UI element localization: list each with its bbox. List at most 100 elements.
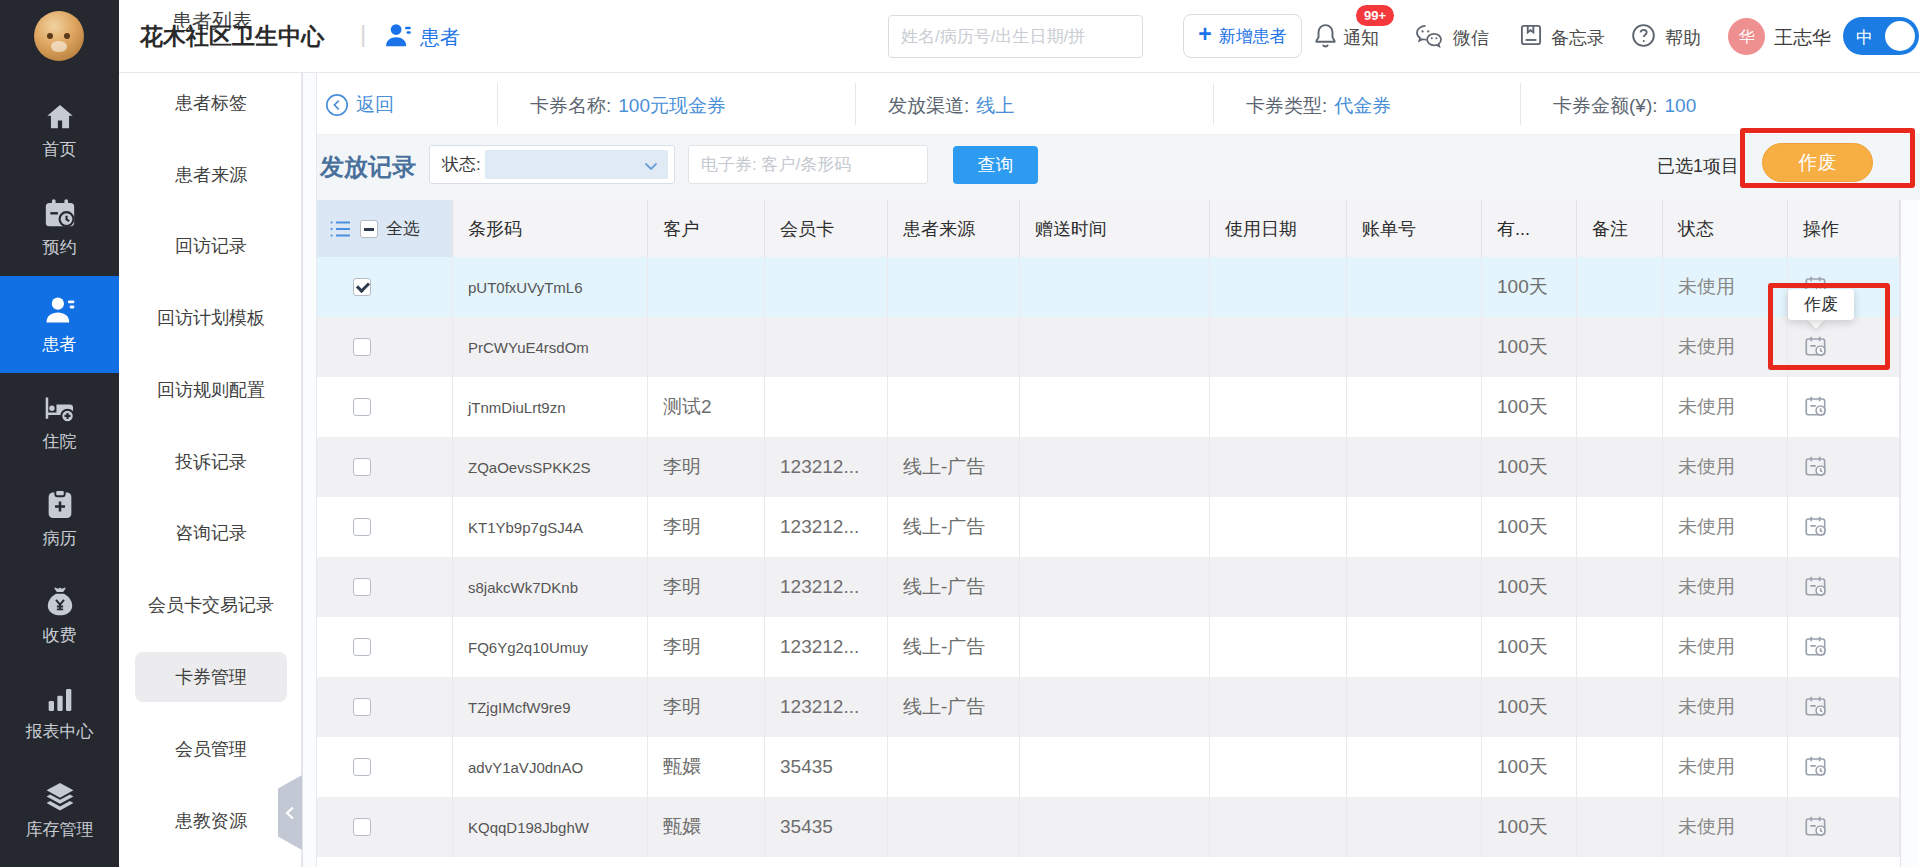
row-checkbox[interactable] [353,338,371,356]
table-row: pUT0fxUVyTmL6100天未使用 [317,257,1900,317]
user-name[interactable]: 王志华 [1774,25,1831,51]
submenu-collapse-gutter [302,73,317,867]
cell-action [1788,677,1900,737]
row-checkbox[interactable] [353,398,371,416]
submenu-item[interactable]: 回访记录 [135,221,287,271]
submenu-item[interactable]: 患者来源 [135,150,287,200]
table-row: s8jakcWk7DKnb李明123212...线上-广告100天未使用 [317,557,1900,617]
list-icon[interactable] [330,220,352,238]
cell-validity: 100天 [1482,317,1577,377]
user-avatar[interactable]: 华 [1728,18,1765,55]
patient-search-input[interactable] [888,15,1143,58]
back-button[interactable]: 返回 [325,92,394,118]
cell-remark [1577,317,1663,377]
submenu-item[interactable]: 会员管理 [135,724,287,774]
cell-barcode: KQqqD198JbghW [453,797,648,857]
sidebar-item-home[interactable]: 首页 [0,82,119,179]
row-checkbox[interactable] [353,698,371,716]
cell-status: 未使用 [1663,497,1788,557]
sidebar-item-billing[interactable]: 收费 [0,567,119,664]
void-action-icon[interactable] [1803,514,1829,540]
query-button[interactable]: 查询 [953,146,1038,184]
void-action-icon[interactable] [1803,574,1829,600]
select-all-checkbox[interactable] [360,220,378,238]
column-header: 使用日期 [1210,200,1347,257]
clinic-avatar[interactable] [34,11,84,61]
row-checkbox[interactable] [353,518,371,536]
money-bag-icon [43,585,77,619]
cell-use-date [1210,797,1347,857]
coupon-field: 发放渠道:线上 [888,93,1014,119]
cell-patient-source: 线上-广告 [888,617,1020,677]
column-header: 状态 [1663,200,1788,257]
select-all-header-cell: 全选 [317,200,453,257]
cell-barcode: jTnmDiuLrt9zn [453,377,648,437]
cell-barcode: pUT0fxUVyTmL6 [453,257,648,317]
void-action-icon[interactable] [1803,454,1829,480]
row-checkbox[interactable] [353,278,371,296]
sidebar-item-reports[interactable]: 报表中心 [0,664,119,761]
column-header: 操作 [1788,200,1900,257]
language-toggle[interactable]: 中 [1843,17,1919,55]
cell-use-date [1210,737,1347,797]
medical-record-icon [43,488,77,522]
void-action-icon[interactable] [1803,694,1829,720]
cell-remark [1577,437,1663,497]
sidebar-item-patient[interactable]: 患者 [0,276,119,373]
submenu-item[interactable]: 回访计划模板 [135,293,287,343]
submenu-item[interactable]: 卡券管理 [135,652,287,702]
row-checkbox[interactable] [353,818,371,836]
void-action-icon[interactable] [1803,394,1829,420]
table-row: ZQaOevsSPKK2S李明123212...线上-广告100天未使用 [317,437,1900,497]
bell-icon[interactable] [1312,22,1339,49]
help-icon[interactable] [1630,22,1657,49]
notification-badge: 99+ [1356,5,1394,26]
submenu-item[interactable]: 会员卡交易记录 [135,580,287,630]
sidebar-item-inpatient[interactable]: 住院 [0,373,119,470]
sidebar-item-appointment[interactable]: 预约 [0,179,119,276]
add-patient-button[interactable]: +新增患者 [1183,14,1302,58]
void-action-icon[interactable] [1803,814,1829,840]
submenu-item[interactable]: 投诉记录 [135,437,287,487]
help-label[interactable]: 帮助 [1665,26,1701,50]
cell-gift-time [1020,437,1210,497]
void-action-icon[interactable] [1803,754,1829,780]
layers-icon [43,779,77,813]
coupon-field-value: 线上 [976,95,1014,116]
cell-customer: 李明 [648,437,765,497]
cell-use-date [1210,257,1347,317]
table-scrollbar-gutter[interactable] [1900,200,1918,867]
row-checkbox[interactable] [353,578,371,596]
status-select-label: 状态: [430,153,481,176]
sidebar-item-medical-record[interactable]: 病历 [0,470,119,567]
memo-icon[interactable] [1518,22,1544,48]
table-row: PrCWYuE4rsdOm100天未使用 [317,317,1900,377]
evoucher-input[interactable] [688,145,928,184]
select-all-label[interactable]: 全选 [386,217,420,240]
row-checkbox[interactable] [353,758,371,776]
toolbar-divider [855,83,856,125]
notifications-label[interactable]: 通知 [1343,26,1379,50]
status-select[interactable]: 状态: [429,145,675,184]
submenu-item[interactable]: 咨询记录 [135,508,287,558]
cell-remark [1577,257,1663,317]
row-checkbox[interactable] [353,458,371,476]
cell-barcode: advY1aVJ0dnAO [453,737,648,797]
cell-validity: 100天 [1482,737,1577,797]
submenu-item[interactable]: 回访规则配置 [135,365,287,415]
submenu-item[interactable]: 患教资源 [135,796,287,846]
submenu-item[interactable]: 患者标签 [135,78,287,128]
memo-label[interactable]: 备忘录 [1551,26,1605,50]
sidebar-item-inventory[interactable]: 库存管理 [0,761,119,858]
patient-submenu: 患者标签患者来源回访记录回访计划模板回访规则配置投诉记录咨询记录会员卡交易记录卡… [119,73,302,867]
annotation-rect-void-button [1740,128,1915,188]
annotation-rect-void-popup [1768,283,1890,370]
wechat-label[interactable]: 微信 [1453,26,1489,50]
row-checkbox[interactable] [353,638,371,656]
cell-validity: 100天 [1482,797,1577,857]
cell-customer: 李明 [648,557,765,617]
wechat-icon[interactable] [1414,22,1444,50]
back-icon [325,93,349,117]
table-row: KT1Yb9p7gSJ4A李明123212...线上-广告100天未使用 [317,497,1900,557]
void-action-icon[interactable] [1803,634,1829,660]
